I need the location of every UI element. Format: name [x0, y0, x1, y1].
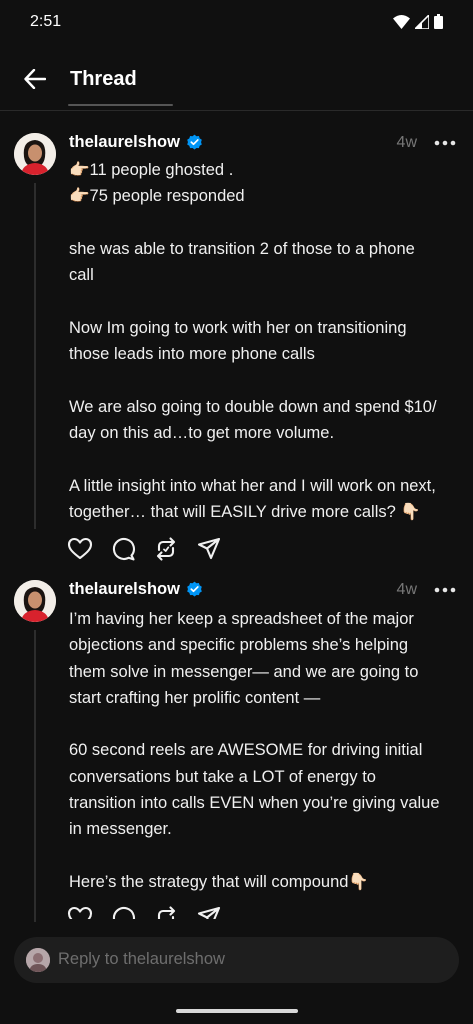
more-options-icon[interactable]	[434, 140, 456, 146]
user-avatar	[26, 948, 50, 972]
post-line: 👉🏻75 people responded	[69, 187, 245, 206]
avatar[interactable]	[14, 580, 56, 622]
previous-post-remnant	[68, 98, 173, 108]
back-button[interactable]	[20, 64, 50, 94]
post-time: 4w	[396, 581, 417, 598]
heart-icon[interactable]	[67, 905, 93, 919]
post-line: objections and specific problems she’s h…	[69, 636, 409, 655]
verified-badge-icon	[187, 134, 202, 150]
post-line: A little insight into what her and I wil…	[69, 476, 436, 495]
author-name[interactable]: thelaurelshow	[69, 580, 180, 599]
post-line: Now Im going to work with her on transit…	[69, 318, 407, 337]
post-line: she was able to transition 2 of those to…	[69, 239, 415, 258]
post-line: We are also going to double down and spe…	[69, 397, 437, 416]
status-bar: 2:51	[0, 0, 473, 48]
post-time: 4w	[396, 134, 417, 151]
avatar-image	[14, 133, 56, 175]
thread-line	[34, 630, 36, 922]
wifi-icon	[393, 14, 410, 29]
post-body: 👉🏻11 people ghosted . 👉🏻75 people respon…	[69, 157, 459, 525]
gesture-nav-handle[interactable]	[176, 1009, 298, 1013]
arrow-left-icon	[24, 69, 46, 89]
author-name[interactable]: thelaurelshow	[69, 133, 180, 152]
post-line: in messenger.	[69, 820, 172, 839]
user-avatar-image	[26, 948, 50, 972]
page-title: Thread	[70, 68, 137, 90]
post-line: them solve in messenger— and we are goin…	[69, 662, 419, 681]
avatar-image	[14, 580, 56, 622]
post-line: call	[69, 266, 94, 285]
repost-icon[interactable]	[153, 905, 179, 919]
verified-badge-icon	[187, 581, 202, 597]
post-body: I’m having her keep a spreadsheet of the…	[69, 606, 459, 895]
post-line: those leads into more phone calls	[69, 345, 315, 364]
cellular-signal-icon	[415, 14, 429, 29]
comment-icon[interactable]	[110, 905, 136, 919]
post-line: transition into calls EVEN when you’re g…	[69, 794, 440, 813]
reply-composer[interactable]: Reply to thelaurelshow	[14, 937, 459, 983]
post-line: Here’s the strategy that will compound👇🏻	[69, 872, 369, 891]
repost-icon[interactable]	[153, 536, 179, 562]
status-icons	[393, 14, 443, 29]
more-options-icon[interactable]	[434, 587, 456, 593]
post-line: I’m having her keep a spreadsheet of the…	[69, 610, 414, 628]
post-actions	[67, 536, 222, 562]
share-icon[interactable]	[196, 536, 222, 562]
reply-input[interactable]: Reply to thelaurelshow	[58, 950, 225, 969]
header-divider	[0, 110, 473, 111]
post-line: start crafting her prolific content —	[69, 688, 321, 707]
post-line: together… that will EASILY drive more ca…	[69, 502, 421, 521]
battery-icon	[434, 14, 443, 29]
post-line: 👉🏻11 people ghosted .	[69, 161, 234, 179]
post-line: conversations but take a LOT of energy t…	[69, 767, 376, 786]
post-actions	[67, 905, 222, 919]
status-time: 2:51	[30, 13, 62, 30]
thread-line	[34, 183, 36, 529]
share-icon[interactable]	[196, 905, 222, 919]
post-line: day on this ad…to get more volume.	[69, 423, 335, 442]
avatar[interactable]	[14, 133, 56, 175]
comment-icon[interactable]	[110, 536, 136, 562]
post-author[interactable]: thelaurelshow	[69, 133, 203, 152]
heart-icon[interactable]	[67, 536, 93, 562]
post-author[interactable]: thelaurelshow	[69, 580, 203, 599]
post-line: 60 second reels are AWESOME for driving …	[69, 741, 423, 760]
